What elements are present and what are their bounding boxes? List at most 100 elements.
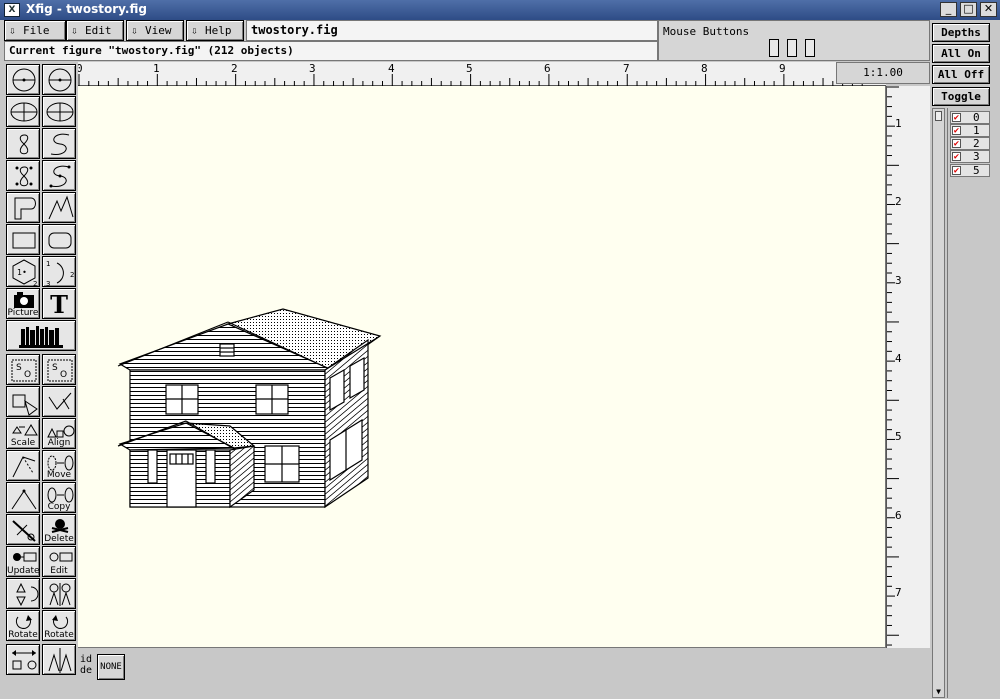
check-icon[interactable]: ✔ [952,152,961,162]
svg-text:O: O [60,370,67,380]
flip-horizontal-tool[interactable] [42,578,76,609]
move-point-tool[interactable] [6,450,40,481]
depth-row[interactable]: ✔ 0 [950,111,990,124]
top-ruler[interactable]: 0 1 2 3 4 5 6 7 8 9 [76,62,886,86]
ruler-label: 2 [231,62,238,75]
maximize-icon[interactable]: □ [960,2,977,17]
help-menu-button[interactable]: ⇩ Help [186,20,244,41]
file-menu-label: File [23,24,50,37]
update-tool[interactable]: Update [6,546,40,577]
scroll-thumb[interactable] [935,111,942,121]
rounded-box-tool[interactable] [42,224,76,255]
xfig-icon: X [4,3,20,17]
grid-mode-label: id de [80,654,93,676]
ellipse-diameter-tool[interactable] [42,96,76,127]
file-menu-button[interactable]: ⇩ File [4,20,66,41]
convert-tool[interactable] [6,644,40,675]
compound-tool[interactable]: SO [6,354,40,385]
check-icon[interactable]: ✔ [952,113,961,123]
view-menu-label: View [145,24,172,37]
rotate-object-tool[interactable] [42,386,76,417]
help-menu-label: Help [205,24,232,37]
delete-tool[interactable]: Delete [42,514,76,545]
edit-menu-button[interactable]: ⇩ Edit [66,20,124,41]
depth-label: 1 [973,124,980,137]
mouse-left-button-icon [769,39,779,57]
all-off-button[interactable]: All Off [932,65,990,84]
ruler-label: 5 [466,62,473,75]
grid-none-button[interactable]: NONE [97,654,125,680]
side-ruler[interactable]: 1 2 3 4 5 6 7 [886,86,930,648]
scale-tool-label: Scale [10,438,36,448]
all-on-button[interactable]: All On [932,44,990,63]
open-spline-tool[interactable] [42,128,76,159]
toggle-button[interactable]: Toggle [932,87,990,106]
zoom-indicator[interactable]: 1:1.00 [836,62,930,84]
rotate-ccw-tool[interactable]: Rotate [42,610,76,641]
title-bar[interactable]: X Xfig - twostory.fig _ □ ✕ [0,0,1000,20]
library-tool[interactable] [6,320,76,351]
svg-text:O: O [24,370,31,380]
edit-menu-label: Edit [85,24,112,37]
text-tool[interactable]: T [42,288,76,319]
closed-spline-tool[interactable] [6,128,40,159]
closed-interp-spline-tool[interactable] [6,160,40,191]
arc-tool[interactable]: 1 2 3 [42,256,76,287]
circle-radius-tool[interactable] [6,64,40,95]
indicator-panel [78,648,930,699]
regular-polygon-tool[interactable]: 1• 2 [6,256,40,287]
check-icon[interactable]: ✔ [952,166,961,176]
picture-tool[interactable]: Picture [6,288,40,319]
check-icon[interactable]: ✔ [952,126,961,136]
delete-point-tool[interactable] [6,514,40,545]
svg-text:1: 1 [46,260,50,268]
circle-diameter-tool[interactable] [42,64,76,95]
anchor-tool[interactable] [42,644,76,675]
move-tool[interactable]: Move [42,450,76,481]
ruler-label: 6 [544,62,551,75]
delete-tool-label: Delete [44,534,74,544]
edit-tool[interactable]: Edit [42,546,76,577]
minimize-icon[interactable]: _ [940,2,957,17]
svg-text:1•: 1• [17,268,27,277]
svg-text:2: 2 [70,271,74,279]
svg-text:S: S [16,363,22,373]
depth-row[interactable]: ✔ 3 [950,150,990,163]
flip-tool[interactable] [6,386,40,417]
rotate-ccw-label: Rotate [44,630,74,640]
flip-vertical-tool[interactable] [6,578,40,609]
align-tool-label: Align [47,438,71,448]
depth-row[interactable]: ✔ 2 [950,137,990,150]
rotate-cw-label: Rotate [8,630,38,640]
copy-tool[interactable]: Copy [42,482,76,513]
down-arrow-icon: ⇩ [9,24,16,37]
scroll-down-icon[interactable]: ▼ [933,687,944,697]
break-compound-tool[interactable]: SO [42,354,76,385]
depth-row[interactable]: ✔ 5 [950,164,990,177]
svg-text:3: 3 [46,280,50,287]
move-tool-label: Move [46,470,72,480]
view-menu-button[interactable]: ⇩ View [126,20,184,41]
filename-field[interactable]: twostory.fig [246,20,658,41]
drawing-canvas[interactable] [78,86,886,648]
depth-row[interactable]: ✔ 1 [950,124,990,137]
rotate-cw-tool[interactable]: Rotate [6,610,40,641]
align-tool[interactable]: Align [42,418,76,449]
polygon-tool[interactable] [6,192,40,223]
depth-scrollbar[interactable]: ▼ [932,108,945,698]
add-point-tool[interactable] [6,482,40,513]
ruler-label: 4 [388,62,395,75]
ruler-label: 2 [895,195,902,208]
house-drawing [117,308,382,509]
close-icon[interactable]: ✕ [980,2,997,17]
polyline-tool[interactable] [42,192,76,223]
check-icon[interactable]: ✔ [952,139,961,149]
ellipse-radius-tool[interactable] [6,96,40,127]
ruler-label: 7 [895,586,902,599]
box-tool[interactable] [6,224,40,255]
down-arrow-icon: ⇩ [131,24,138,37]
copy-tool-label: Copy [47,502,71,512]
message-bar: Current figure "twostory.fig" (212 objec… [4,41,658,61]
open-interp-spline-tool[interactable] [42,160,76,191]
scale-tool[interactable]: Scale [6,418,40,449]
